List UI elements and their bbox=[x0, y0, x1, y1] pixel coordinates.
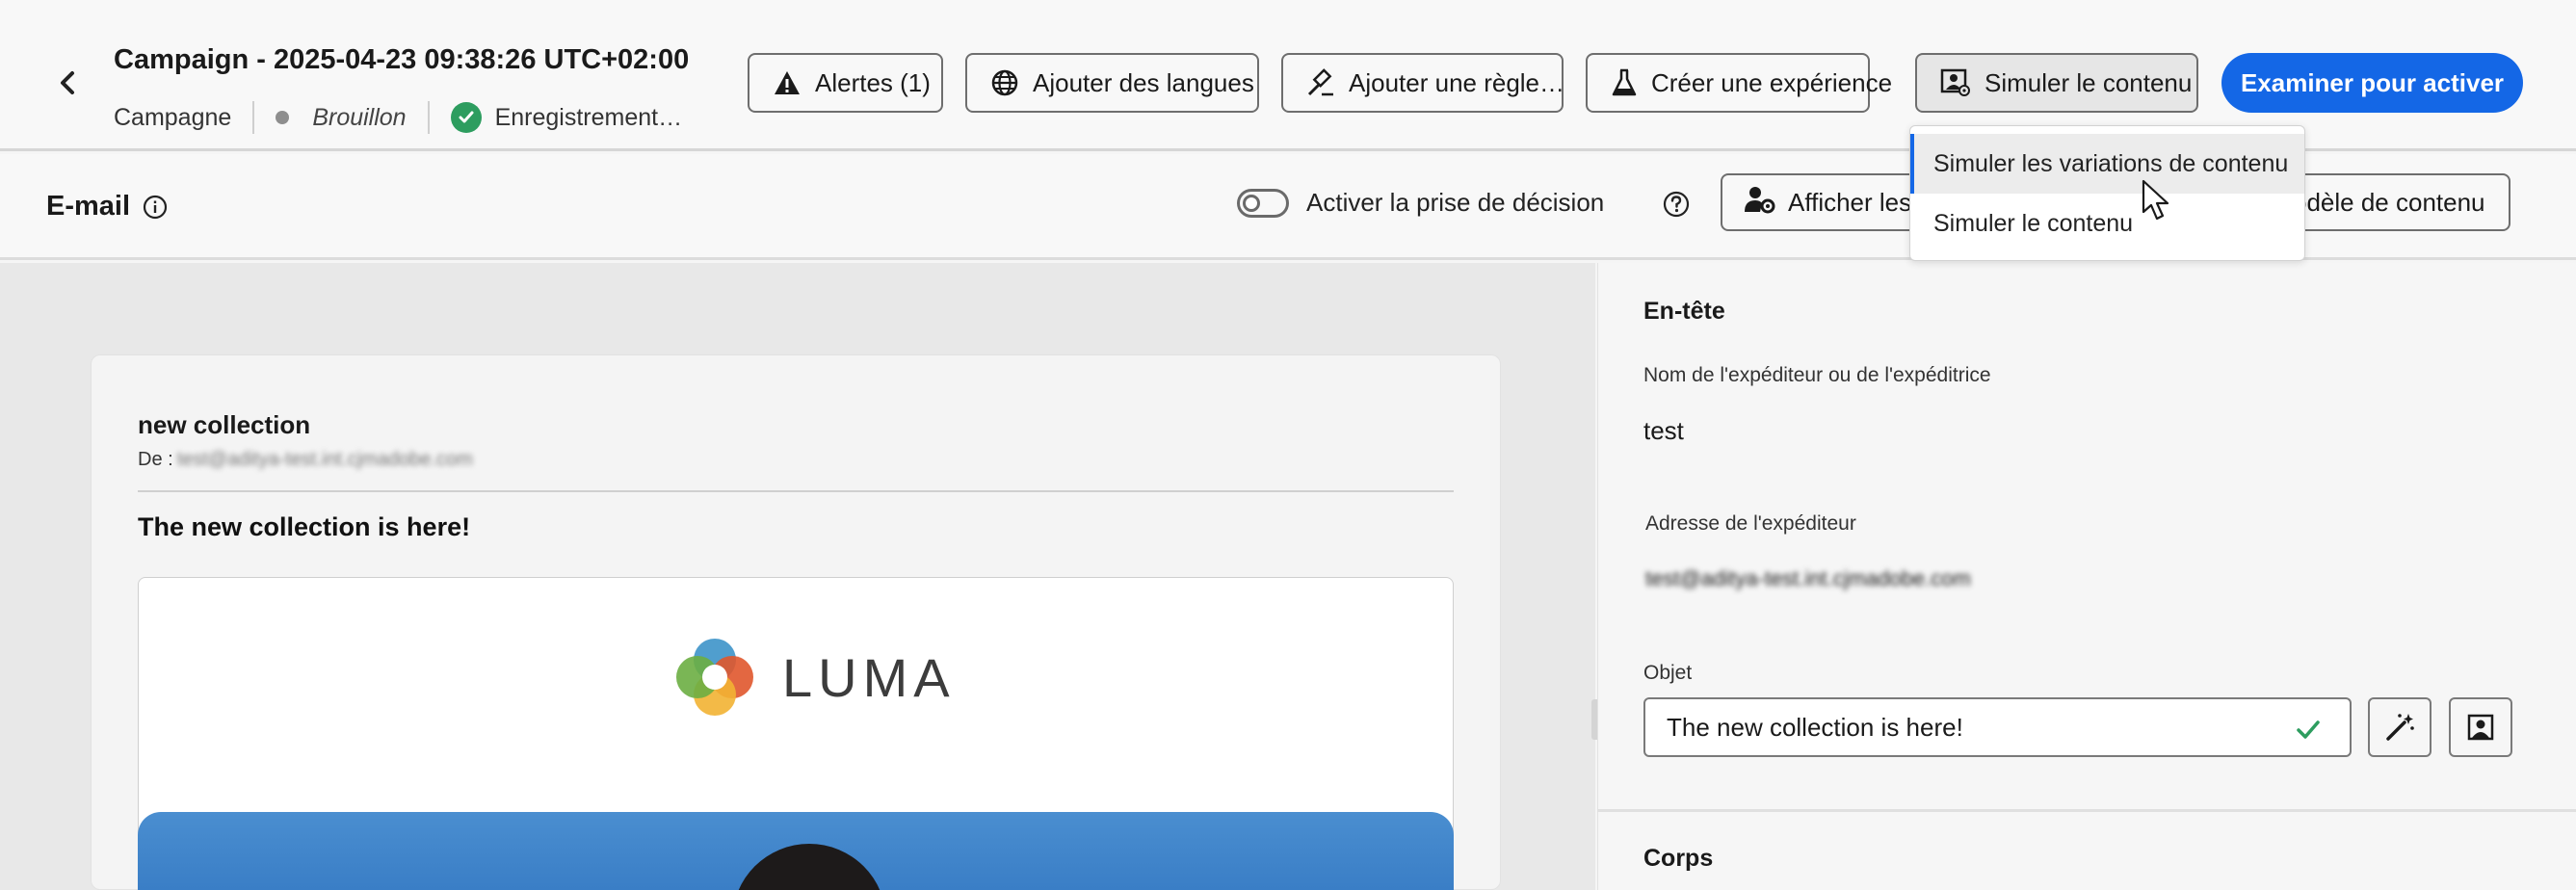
review-to-activate-button[interactable]: Examiner pour activer bbox=[2221, 53, 2523, 113]
campaign-meta: Campagne Brouillon Enregistrement… bbox=[114, 98, 682, 137]
globe-icon bbox=[990, 67, 1019, 98]
mouse-pointer-icon bbox=[2142, 179, 2169, 221]
add-languages-button[interactable]: Ajouter des langues bbox=[965, 53, 1259, 113]
create-experiment-label: Créer une expérience bbox=[1651, 67, 1893, 97]
magic-wand-icon bbox=[2386, 714, 2414, 741]
divider bbox=[427, 101, 430, 134]
flask-icon bbox=[1611, 67, 1638, 98]
personalize-button[interactable] bbox=[2449, 697, 2512, 757]
divider bbox=[1597, 809, 2576, 812]
page-title: Campaign - 2025-04-23 09:38:26 UTC+02:00 bbox=[114, 44, 690, 75]
decision-toggle-label: Activer la prise de décision bbox=[1306, 188, 1605, 217]
email-subject: new collection bbox=[138, 410, 311, 439]
sender-name-label: Nom de l'expéditeur ou de l'expéditrice bbox=[1643, 364, 1991, 386]
simulate-content-button[interactable]: Simuler le contenu bbox=[1915, 53, 2198, 113]
brand-name: LUMA bbox=[782, 647, 956, 708]
subject-field-label: Objet bbox=[1643, 662, 1693, 684]
simulate-content-label: Simuler le contenu bbox=[1985, 67, 2193, 97]
content-template-label: odèle de contenu bbox=[2293, 187, 2485, 217]
decision-toggle[interactable] bbox=[1237, 189, 1289, 218]
email-preheader: The new collection is here! bbox=[138, 512, 471, 541]
sender-name-value: test bbox=[1643, 416, 1684, 445]
from-value: test@aditya-test.int.cjmadobe.com bbox=[176, 449, 473, 470]
luma-logo-icon bbox=[676, 639, 753, 716]
sender-address-value: test@aditya-test.int.cjmadobe.com bbox=[1645, 566, 1971, 590]
simulate-menu: Simuler les variations de contenu Simule… bbox=[1909, 125, 2305, 261]
info-icon[interactable] bbox=[141, 193, 170, 222]
toggle-knob bbox=[1243, 195, 1260, 212]
email-from: De : test@aditya-test.int.cjmadobe.com bbox=[138, 449, 473, 471]
status-badge: Brouillon bbox=[312, 103, 407, 131]
body-section-title: Corps bbox=[1643, 845, 1714, 872]
check-circle-icon bbox=[450, 102, 482, 133]
menu-item-simulate-variations[interactable]: Simuler les variations de contenu bbox=[1910, 134, 2304, 194]
simulate-icon bbox=[1940, 67, 1971, 98]
divider bbox=[138, 490, 1454, 492]
alerts-label: Alertes (1) bbox=[815, 67, 931, 97]
alerts-button[interactable]: Alertes (1) bbox=[748, 53, 943, 113]
menu-item-simulate-content[interactable]: Simuler le contenu bbox=[1910, 194, 2304, 253]
add-rule-label: Ajouter une règle… bbox=[1349, 67, 1565, 97]
user-settings-icon bbox=[1744, 185, 1776, 221]
divider bbox=[252, 101, 255, 134]
sender-address-label: Adresse de l'expéditeur bbox=[1645, 512, 1856, 535]
subject-input[interactable]: The new collection is here! bbox=[1643, 697, 2352, 757]
personalization-icon bbox=[2467, 714, 2494, 741]
from-label: De : bbox=[138, 449, 173, 470]
show-button[interactable]: Afficher les c bbox=[1721, 173, 1932, 231]
back-button[interactable] bbox=[50, 60, 85, 106]
save-status: Enregistrement… bbox=[494, 103, 683, 131]
campaign-type: Campagne bbox=[114, 103, 232, 131]
header-section-title: En-tête bbox=[1643, 298, 1725, 325]
add-languages-label: Ajouter des langues bbox=[1033, 67, 1254, 97]
checkmark-icon bbox=[2297, 720, 2320, 739]
subject-input-value: The new collection is here! bbox=[1667, 712, 1963, 742]
channel-label: E-mail bbox=[46, 191, 131, 222]
alert-icon bbox=[773, 67, 802, 98]
ai-assistant-button[interactable] bbox=[2368, 697, 2431, 757]
create-experiment-button[interactable]: Créer une expérience bbox=[1586, 53, 1892, 113]
add-rule-button[interactable]: Ajouter une règle… bbox=[1281, 53, 1564, 113]
chevron-left-icon bbox=[61, 71, 74, 94]
gavel-icon bbox=[1306, 67, 1335, 98]
help-icon[interactable] bbox=[1661, 189, 1692, 220]
status-dot bbox=[276, 111, 290, 124]
